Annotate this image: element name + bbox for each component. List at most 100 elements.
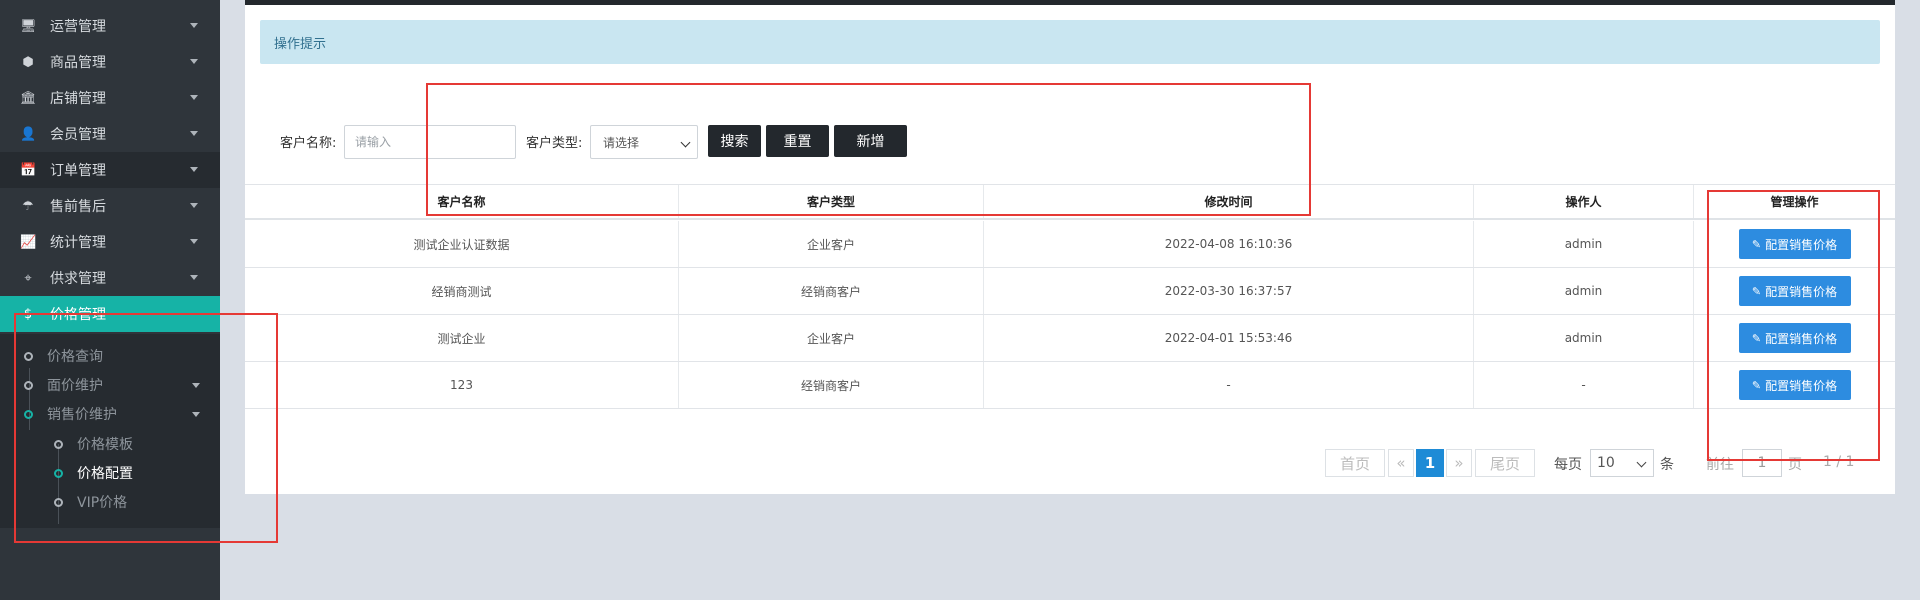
sidebar: 🖥 运营管理 ⬢ 商品管理 🏛 店铺管理 👤 会员管理 📅 订单管理 ☂ 售前售… bbox=[0, 0, 220, 600]
configure-sales-price-button[interactable]: ✎ 配置销售价格 bbox=[1738, 370, 1851, 400]
cell-operator: admin bbox=[1474, 221, 1694, 267]
submenu-item-label: 价格配置 bbox=[77, 466, 133, 482]
page-number-button[interactable]: 1 bbox=[1416, 449, 1444, 477]
caret-down-icon bbox=[192, 383, 200, 388]
table-row: 经销商测试 经销商客户 2022-03-30 16:37:57 admin ✎ … bbox=[245, 268, 1895, 315]
reset-button[interactable]: 重置 bbox=[766, 125, 829, 157]
content-panel: 操作提示 客户名称: 客户类型: 请选择 搜索 重置 新增 客户名称 客户类型 … bbox=[245, 5, 1895, 494]
cell-customer-type: 企业客户 bbox=[679, 315, 984, 361]
circle-icon bbox=[54, 468, 63, 478]
sidebar-item-supply[interactable]: ⌖ 供求管理 bbox=[0, 260, 220, 296]
column-header: 修改时间 bbox=[984, 185, 1474, 218]
customer-type-select[interactable]: 请选择 bbox=[590, 125, 698, 159]
circle-icon bbox=[24, 351, 33, 361]
button-label: 配置销售价格 bbox=[1765, 331, 1838, 346]
cell-customer-name: 经销商测试 bbox=[245, 268, 679, 314]
customer-type-value: 请选择 bbox=[603, 135, 640, 150]
first-page-button[interactable]: 首页 bbox=[1325, 449, 1385, 477]
configure-sales-price-button[interactable]: ✎ 配置销售价格 bbox=[1738, 229, 1851, 259]
add-button[interactable]: 新增 bbox=[834, 125, 907, 157]
button-label: 配置销售价格 bbox=[1765, 237, 1838, 252]
sidebar-item-label: 供求管理 bbox=[50, 271, 106, 287]
cell-customer-type: 企业客户 bbox=[679, 221, 984, 267]
submenu-item-price-config[interactable]: 价格配置 bbox=[54, 459, 133, 487]
calendar-icon: 📅 bbox=[20, 162, 37, 178]
button-label: 配置销售价格 bbox=[1765, 378, 1838, 393]
circle-icon bbox=[54, 497, 63, 507]
cell-modified-time: - bbox=[984, 362, 1474, 408]
cell-actions: ✎ 配置销售价格 bbox=[1694, 268, 1895, 314]
column-header: 管理操作 bbox=[1770, 195, 1819, 209]
submenu-item-face-price[interactable]: 面价维护 bbox=[24, 371, 204, 399]
button-label: 配置销售价格 bbox=[1765, 284, 1838, 299]
chevron-down-icon bbox=[1636, 457, 1647, 468]
pricing-submenu: 价格查询 面价维护 销售价维护 价格模板 价格配置 VIP价格 bbox=[0, 334, 220, 528]
sidebar-item-pricing[interactable]: $ 价格管理 bbox=[0, 296, 220, 332]
caret-down-icon bbox=[190, 239, 198, 244]
page-unit: 页 bbox=[1788, 457, 1802, 473]
column-header: 客户名称 bbox=[245, 185, 679, 218]
cell-actions: ✎ 配置销售价格 bbox=[1694, 315, 1895, 361]
search-button[interactable]: 搜索 bbox=[708, 125, 761, 157]
sidebar-item-operations[interactable]: 🖥 运营管理 bbox=[0, 8, 220, 44]
caret-down-icon bbox=[190, 23, 198, 28]
goto-label: 前往 bbox=[1706, 457, 1734, 473]
user-icon: 👤 bbox=[20, 126, 37, 142]
cell-actions: ✎ 配置销售价格 bbox=[1694, 221, 1895, 267]
dollar-icon: $ bbox=[23, 306, 33, 322]
per-page-label: 每页 bbox=[1554, 457, 1582, 473]
submenu-item-price-template[interactable]: 价格模板 bbox=[54, 430, 133, 458]
submenu-item-price-query[interactable]: 价格查询 bbox=[24, 342, 103, 370]
caret-down-icon bbox=[192, 412, 200, 417]
binoculars-icon: ⌖ bbox=[24, 270, 32, 286]
next-page-button[interactable]: » bbox=[1446, 449, 1472, 477]
table-row: 测试企业 企业客户 2022-04-01 15:53:46 admin ✎ 配置… bbox=[245, 315, 1895, 362]
edit-icon: ✎ bbox=[1751, 237, 1762, 251]
cell-operator: - bbox=[1474, 362, 1694, 408]
caret-down-icon bbox=[190, 275, 198, 280]
submenu-item-vip-price[interactable]: VIP价格 bbox=[54, 488, 127, 516]
customer-name-input[interactable] bbox=[344, 125, 516, 159]
sidebar-item-shops[interactable]: 🏛 店铺管理 bbox=[0, 80, 220, 116]
table-header-row: 客户名称 客户类型 修改时间 操作人 管理操作 bbox=[245, 184, 1895, 220]
sidebar-item-label: 会员管理 bbox=[50, 127, 106, 143]
sidebar-item-orders[interactable]: 📅 订单管理 bbox=[0, 152, 220, 188]
cube-icon: ⬢ bbox=[22, 54, 34, 70]
cell-modified-time: 2022-04-01 15:53:46 bbox=[984, 315, 1474, 361]
sidebar-item-products[interactable]: ⬢ 商品管理 bbox=[0, 44, 220, 80]
per-page-select[interactable]: 10 bbox=[1590, 449, 1654, 477]
edit-icon: ✎ bbox=[1751, 378, 1762, 392]
sidebar-item-label: 运营管理 bbox=[50, 19, 106, 35]
submenu-item-label: VIP价格 bbox=[77, 495, 128, 511]
sidebar-item-members[interactable]: 👤 会员管理 bbox=[0, 116, 220, 152]
cell-customer-name: 123 bbox=[245, 362, 679, 408]
cell-customer-name: 测试企业 bbox=[245, 315, 679, 361]
last-page-button[interactable]: 尾页 bbox=[1475, 449, 1535, 477]
cell-operator: admin bbox=[1474, 268, 1694, 314]
edit-icon: ✎ bbox=[1751, 331, 1762, 345]
configure-sales-price-button[interactable]: ✎ 配置销售价格 bbox=[1738, 323, 1851, 353]
circle-icon bbox=[24, 409, 33, 419]
umbrella-icon: ☂ bbox=[22, 198, 34, 214]
sidebar-item-label: 售前售后 bbox=[50, 199, 106, 215]
cell-modified-time: 2022-04-08 16:10:36 bbox=[984, 221, 1474, 267]
cell-actions: ✎ 配置销售价格 bbox=[1694, 362, 1895, 408]
submenu-item-sales-price[interactable]: 销售价维护 bbox=[24, 400, 204, 428]
sidebar-item-label: 订单管理 bbox=[50, 163, 106, 179]
table-row: 测试企业认证数据 企业客户 2022-04-08 16:10:36 admin … bbox=[245, 221, 1895, 268]
caret-down-icon bbox=[190, 59, 198, 64]
sidebar-item-statistics[interactable]: 📈 统计管理 bbox=[0, 224, 220, 260]
sidebar-item-label: 价格管理 bbox=[50, 307, 106, 323]
caret-down-icon bbox=[190, 203, 198, 208]
circle-icon bbox=[24, 380, 33, 390]
goto-page-input[interactable]: 1 bbox=[1742, 449, 1782, 477]
submenu-item-label: 销售价维护 bbox=[47, 407, 117, 423]
prev-page-button[interactable]: « bbox=[1388, 449, 1414, 477]
submenu-item-label: 价格查询 bbox=[47, 349, 103, 365]
sidebar-item-aftersales[interactable]: ☂ 售前售后 bbox=[0, 188, 220, 224]
bank-icon: 🏛 bbox=[20, 90, 37, 106]
circle-icon bbox=[54, 439, 63, 449]
submenu-item-label: 面价维护 bbox=[47, 378, 103, 394]
customer-name-label: 客户名称: bbox=[280, 136, 337, 151]
configure-sales-price-button[interactable]: ✎ 配置销售价格 bbox=[1738, 276, 1851, 306]
